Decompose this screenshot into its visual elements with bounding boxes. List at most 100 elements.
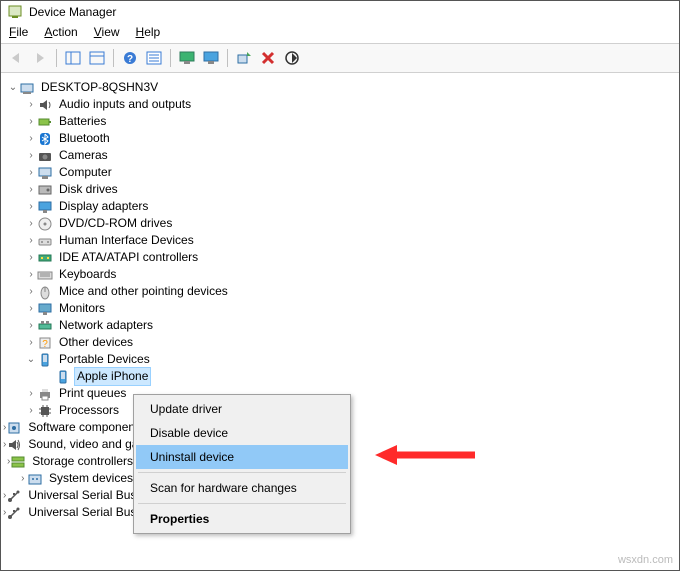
tree-label[interactable]: Apple iPhone <box>75 368 150 385</box>
forward-button[interactable] <box>29 47 51 69</box>
tree-row[interactable]: › Cameras <box>3 147 679 164</box>
tree-row[interactable]: › Processors <box>3 402 135 419</box>
tree-row[interactable]: Apple iPhone <box>3 368 679 385</box>
chevron-right-icon[interactable]: › <box>25 385 37 402</box>
tree-label[interactable]: Disk drives <box>57 181 120 198</box>
menu-view[interactable]: View <box>94 25 120 39</box>
menu-help[interactable]: Help <box>136 25 161 39</box>
chevron-right-icon[interactable]: › <box>25 300 37 317</box>
tree-label[interactable]: Human Interface Devices <box>57 232 196 249</box>
tree-label[interactable]: Monitors <box>57 300 107 317</box>
monitor2-button[interactable] <box>200 47 222 69</box>
chevron-right-icon[interactable]: › <box>25 181 37 198</box>
tree-label[interactable]: Software components <box>26 419 135 436</box>
tree-label[interactable]: Bluetooth <box>57 130 112 147</box>
tree-label[interactable]: Audio inputs and outputs <box>57 96 193 113</box>
scan-hardware-button[interactable] <box>233 47 255 69</box>
audio-icon <box>37 97 53 113</box>
tree-row[interactable]: › Disk drives <box>3 181 679 198</box>
back-button[interactable] <box>5 47 27 69</box>
tree-row[interactable]: ›Universal Serial Bus devices <box>3 504 135 521</box>
tree-label[interactable]: Universal Serial Bus devices <box>26 504 135 521</box>
view-details-button[interactable] <box>143 47 165 69</box>
chevron-right-icon[interactable]: › <box>25 402 37 419</box>
chevron-right-icon[interactable]: › <box>25 215 37 232</box>
tree-label[interactable]: Universal Serial Bus connectors <box>26 487 135 504</box>
tree-label[interactable]: DESKTOP-8QSHN3V <box>39 79 160 96</box>
properties-button[interactable] <box>86 47 108 69</box>
tree-row[interactable]: ›Sound, video and game controllers <box>3 436 135 453</box>
tree-row[interactable]: › Human Interface Devices <box>3 232 679 249</box>
tree-label[interactable]: Mice and other pointing devices <box>57 283 230 300</box>
chevron-right-icon[interactable]: › <box>25 283 37 300</box>
chevron-right-icon[interactable]: › <box>25 232 37 249</box>
root-icon <box>19 80 35 96</box>
context-menu-item[interactable]: Uninstall device <box>136 445 348 469</box>
tree-row[interactable]: › Batteries <box>3 113 679 130</box>
tree-label[interactable]: Batteries <box>57 113 108 130</box>
tree-row[interactable]: › Print queues <box>3 385 135 402</box>
tree-label[interactable]: Other devices <box>57 334 135 351</box>
context-menu-item[interactable]: Scan for hardware changes <box>136 476 348 500</box>
tree-row[interactable]: › Display adapters <box>3 198 679 215</box>
chevron-right-icon[interactable]: › <box>25 266 37 283</box>
context-menu-item[interactable]: Properties <box>136 507 348 531</box>
chevron-right-icon[interactable]: › <box>25 317 37 334</box>
tree-row[interactable]: ⌄ DESKTOP-8QSHN3V <box>3 79 679 96</box>
chevron-down-icon[interactable]: ⌄ <box>7 79 19 96</box>
mouse-icon <box>37 284 53 300</box>
chevron-right-icon[interactable]: › <box>25 147 37 164</box>
menu-action[interactable]: Action <box>44 25 77 39</box>
tree-label[interactable]: DVD/CD-ROM drives <box>57 215 174 232</box>
tree-label[interactable]: IDE ATA/ATAPI controllers <box>57 249 200 266</box>
chevron-right-icon[interactable]: › <box>25 130 37 147</box>
tree-label[interactable]: Print queues <box>57 385 128 402</box>
chevron-right-icon[interactable]: › <box>25 164 37 181</box>
tree-label[interactable]: Keyboards <box>57 266 118 283</box>
tree-label[interactable]: Display adapters <box>57 198 150 215</box>
tree-row[interactable]: › Mice and other pointing devices <box>3 283 679 300</box>
tree-row[interactable]: › Computer <box>3 164 679 181</box>
tree-row[interactable]: ⌄ Portable Devices <box>3 351 679 368</box>
tree-label[interactable]: Computer <box>57 164 114 181</box>
tree-row[interactable]: › Network adapters <box>3 317 679 334</box>
tree-label[interactable]: Processors <box>57 402 121 419</box>
uninstall-button[interactable] <box>257 47 279 69</box>
tree-row[interactable]: › Bluetooth <box>3 130 679 147</box>
tree-row[interactable]: ›Universal Serial Bus connectors <box>3 487 135 504</box>
tree-label[interactable]: Sound, video and game controllers <box>26 436 135 453</box>
tree-label[interactable]: Storage controllers <box>30 453 135 470</box>
tree-row[interactable]: › Monitors <box>3 300 679 317</box>
chevron-right-icon[interactable]: › <box>25 334 37 351</box>
chevron-right-icon[interactable]: › <box>25 249 37 266</box>
tree-row[interactable]: › Audio inputs and outputs <box>3 96 679 113</box>
chevron-down-icon[interactable]: ⌄ <box>25 351 37 368</box>
context-menu-item[interactable]: Disable device <box>136 421 348 445</box>
tree-row[interactable]: › Keyboards <box>3 266 679 283</box>
chevron-right-icon[interactable]: › <box>25 96 37 113</box>
chevron-right-icon[interactable]: › <box>25 198 37 215</box>
battery-icon <box>37 114 53 130</box>
monitor-button[interactable] <box>176 47 198 69</box>
tree-label[interactable]: Cameras <box>57 147 110 164</box>
tree-label[interactable]: System devices <box>47 470 135 487</box>
menu-file[interactable]: File <box>9 25 28 39</box>
device-manager-icon <box>7 4 23 20</box>
context-menu-item[interactable]: Update driver <box>136 397 348 421</box>
tree-row[interactable]: ›Storage controllers <box>3 453 135 470</box>
tree-row[interactable]: ›Software components <box>3 419 135 436</box>
menu-bar: File Action View Help <box>1 23 679 43</box>
show-hide-tree-button[interactable] <box>62 47 84 69</box>
disk-icon <box>37 182 53 198</box>
update-driver-button[interactable] <box>281 47 303 69</box>
tree-row[interactable]: › DVD/CD-ROM drives <box>3 215 679 232</box>
help-button[interactable]: ? <box>119 47 141 69</box>
tree-label[interactable]: Network adapters <box>57 317 155 334</box>
tree-row[interactable]: › IDE ATA/ATAPI controllers <box>3 249 679 266</box>
tree-row[interactable]: › System devices <box>3 470 135 487</box>
chevron-right-icon[interactable]: › <box>25 113 37 130</box>
tree-label[interactable]: Portable Devices <box>57 351 152 368</box>
chevron-right-icon[interactable]: › <box>19 470 27 487</box>
toolbar-separator <box>170 49 171 67</box>
tree-row[interactable]: ›?Other devices <box>3 334 679 351</box>
